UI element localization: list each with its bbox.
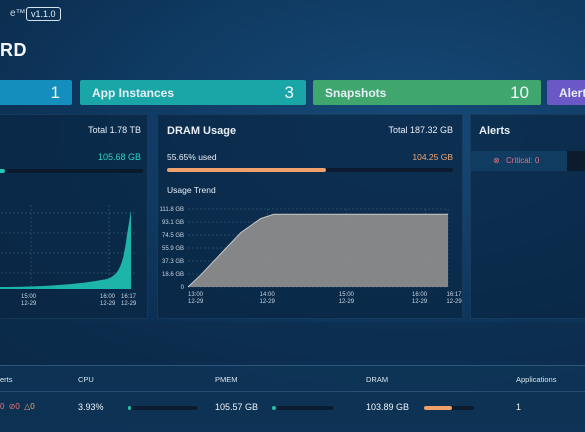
page-title: RD	[0, 40, 27, 60]
summary-tile-snapshots[interactable]: Snapshots 10	[313, 80, 541, 105]
tile-label: App Instances	[92, 85, 175, 100]
critical-row[interactable]: ⊗ Critical: 0	[471, 151, 567, 171]
cpu-bar-fill	[128, 406, 131, 410]
summary-tile-alerts[interactable]: Alerts	[547, 80, 585, 105]
section-band	[0, 322, 585, 362]
usage-trend-chart: 111.8 GB 93.1 GB 74.5 GB 55.9 GB 37.3 GB 18.6…	[160, 207, 463, 305]
tile-count: 1	[50, 82, 60, 102]
dram-used-label: 55.65% used	[167, 152, 217, 162]
dram-used-value: 104.25 GB	[412, 152, 453, 162]
pmem-usage-bar-fill	[0, 169, 6, 173]
table-row-alerts: 0 ⊘0 △0	[0, 402, 35, 411]
x-tick-date: 12-29	[100, 301, 116, 305]
tile-count: 3	[284, 82, 294, 102]
tile-label: Alerts	[559, 85, 585, 100]
x-tick-date: 12-29	[188, 299, 204, 305]
summary-tile-hosts[interactable]: 1	[0, 80, 72, 105]
table-row-dram: 103.89 GB	[366, 402, 410, 412]
col-header-applications[interactable]: Applications	[516, 375, 556, 384]
pmem-used-value: 105.68 GB	[97, 152, 141, 162]
pmem-bar-fill	[272, 406, 276, 410]
dram-total: Total 187.32 GB	[388, 125, 453, 135]
error-count: 0	[15, 402, 20, 411]
critical-count: 0	[0, 402, 5, 411]
critical-icon: ⊗	[493, 156, 500, 165]
pmem-usage-panel: Total 1.78 TB 105.68 GB 15:00 12-29 16:0…	[0, 114, 148, 319]
col-header-cpu[interactable]: CPU	[78, 375, 94, 384]
x-tick-date: 12-29	[21, 301, 37, 305]
col-header-dram[interactable]: DRAM	[366, 375, 388, 384]
y-tick-label: 37.3 GB	[162, 259, 184, 265]
alerts-title: Alerts	[479, 125, 511, 137]
cpu-bar	[128, 406, 198, 410]
x-tick-time: 16:00	[100, 294, 116, 300]
x-tick-time: 15:00	[21, 294, 37, 300]
col-header-alerts[interactable]: erts	[0, 375, 13, 384]
pmem-area	[0, 210, 131, 289]
y-tick-label: 55.9 GB	[162, 246, 184, 252]
y-tick-label: 18.6 GB	[162, 272, 184, 278]
x-tick-time: 16:17	[446, 292, 462, 298]
x-tick-time: 16:00	[412, 292, 428, 298]
y-tick-label: 93.1 GB	[162, 220, 184, 226]
usage-area	[188, 214, 448, 287]
pmem-bar	[272, 406, 334, 410]
col-header-pmem[interactable]: PMEM	[215, 375, 238, 384]
alerts-panel: Alerts ⊗ Critical: 0	[470, 114, 585, 319]
x-tick-time: 15:00	[339, 292, 355, 298]
summary-tile-app-instances[interactable]: App Instances 3	[80, 80, 306, 105]
dram-usage-bar-fill	[167, 168, 327, 172]
dram-usage-panel: DRAM Usage Total 187.32 GB 55.65% used 1…	[157, 114, 463, 319]
pmem-usage-chart: 15:00 12-29 16:00 12-29 16:17 12-29	[0, 205, 137, 305]
pmem-total: Total 1.78 TB	[88, 125, 141, 135]
x-tick-time: 16:17	[121, 294, 137, 300]
table-row-cpu: 3.93%	[78, 402, 104, 412]
x-tick-date: 12-29	[121, 301, 137, 305]
x-tick-date: 12-29	[339, 299, 355, 305]
app-title: e™	[10, 8, 26, 19]
dram-bar	[424, 406, 474, 410]
table-row-applications: 1	[516, 402, 522, 412]
version-badge: v1.1.0	[26, 7, 61, 21]
y-tick-label: 74.5 GB	[162, 233, 184, 239]
x-tick-time: 14:00	[260, 292, 276, 298]
x-tick-time: 13:00	[188, 292, 204, 298]
x-tick-date: 12-29	[412, 299, 428, 305]
tile-count: 10	[510, 82, 529, 102]
y-tick-label: 111.8 GB	[160, 207, 184, 213]
dram-bar-fill	[424, 406, 452, 410]
usage-trend-title: Usage Trend	[167, 185, 216, 195]
alerts-swatch	[567, 151, 585, 171]
warning-count: 0	[30, 402, 35, 411]
y-tick-label: 0	[181, 285, 185, 291]
pmem-usage-bar	[0, 169, 143, 173]
critical-count: Critical: 0	[506, 156, 540, 165]
x-tick-date: 12-29	[260, 299, 276, 305]
tile-label: Snapshots	[325, 85, 387, 100]
table-row-pmem: 105.57 GB	[215, 402, 259, 412]
dram-usage-bar	[167, 168, 453, 172]
dram-title: DRAM Usage	[167, 125, 237, 137]
table-divider	[0, 391, 585, 392]
x-tick-date: 12-29	[446, 299, 462, 305]
